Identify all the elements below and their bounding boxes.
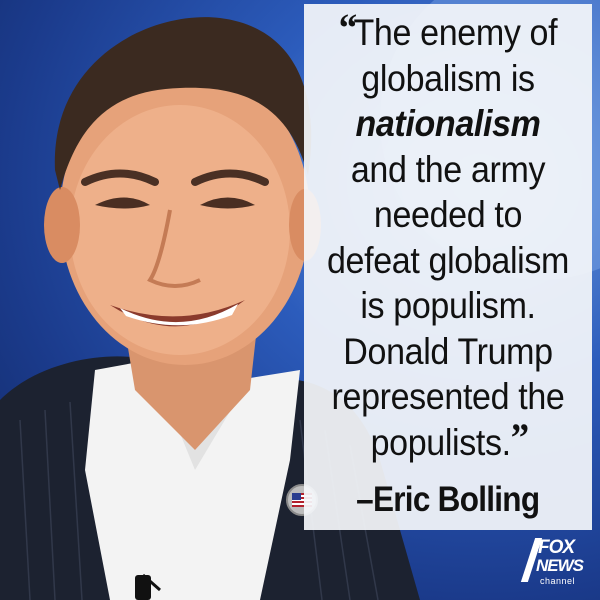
quote-text: “The enemy of globalism is nationalism a…: [323, 5, 573, 465]
attribution: –Eric Bolling: [356, 480, 540, 519]
quote-line: Donald Trump: [343, 330, 553, 372]
quote-line: represented the: [331, 376, 565, 417]
logo-line-1: FOX: [538, 537, 575, 558]
quote-panel: “The enemy of globalism is nationalism a…: [304, 4, 592, 530]
quote-card: “The enemy of globalism is nationalism a…: [0, 0, 600, 600]
quote-emphasis: nationalism: [355, 103, 541, 144]
quote-line: needed to: [373, 194, 523, 235]
quote-line: is populism.: [360, 285, 536, 326]
quote-line: populists.”: [370, 414, 530, 463]
attribution-row: –Eric Bolling: [304, 480, 592, 520]
quote-line: and the army: [350, 148, 546, 190]
quote-line: globalism is: [361, 57, 535, 99]
quote-line: defeat globalism: [326, 239, 569, 281]
open-quote-mark: “: [338, 5, 357, 50]
close-quote-mark: ”: [510, 414, 529, 460]
quote-line: “The enemy of: [338, 5, 558, 54]
network-logo: FOX NEWS channel: [520, 537, 584, 592]
logo-line-2: NEWS: [536, 556, 584, 575]
logo-line-3: channel: [540, 576, 576, 586]
